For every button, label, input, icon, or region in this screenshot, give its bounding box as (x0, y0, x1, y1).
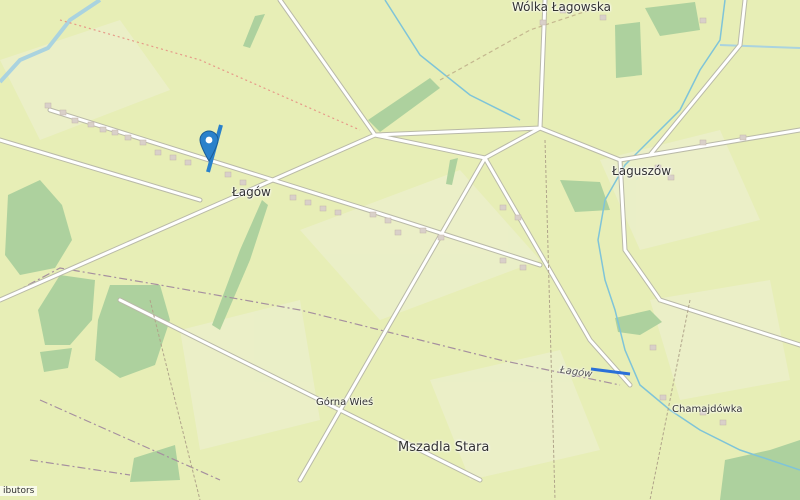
place-label-chamajdowka: Chamajdówka (672, 404, 743, 415)
place-label-mszadla-stara: Mszadla Stara (398, 440, 490, 455)
map-pin-icon[interactable] (199, 130, 219, 162)
map-canvas[interactable]: Wólka Łagowska Łagów Łaguszów Górna Wieś… (0, 0, 800, 500)
highlight-route-segment (590, 367, 631, 376)
place-label-laguszow: Łaguszów (612, 164, 672, 178)
place-label-gorna-wies: Górna Wieś (316, 397, 374, 408)
place-label-lagow: Łagów (232, 185, 271, 199)
place-label-wolka-lagowska: Wólka Łagowska (512, 0, 611, 14)
map-base-layer (0, 0, 800, 500)
map-attribution[interactable]: ibutors (0, 486, 38, 496)
